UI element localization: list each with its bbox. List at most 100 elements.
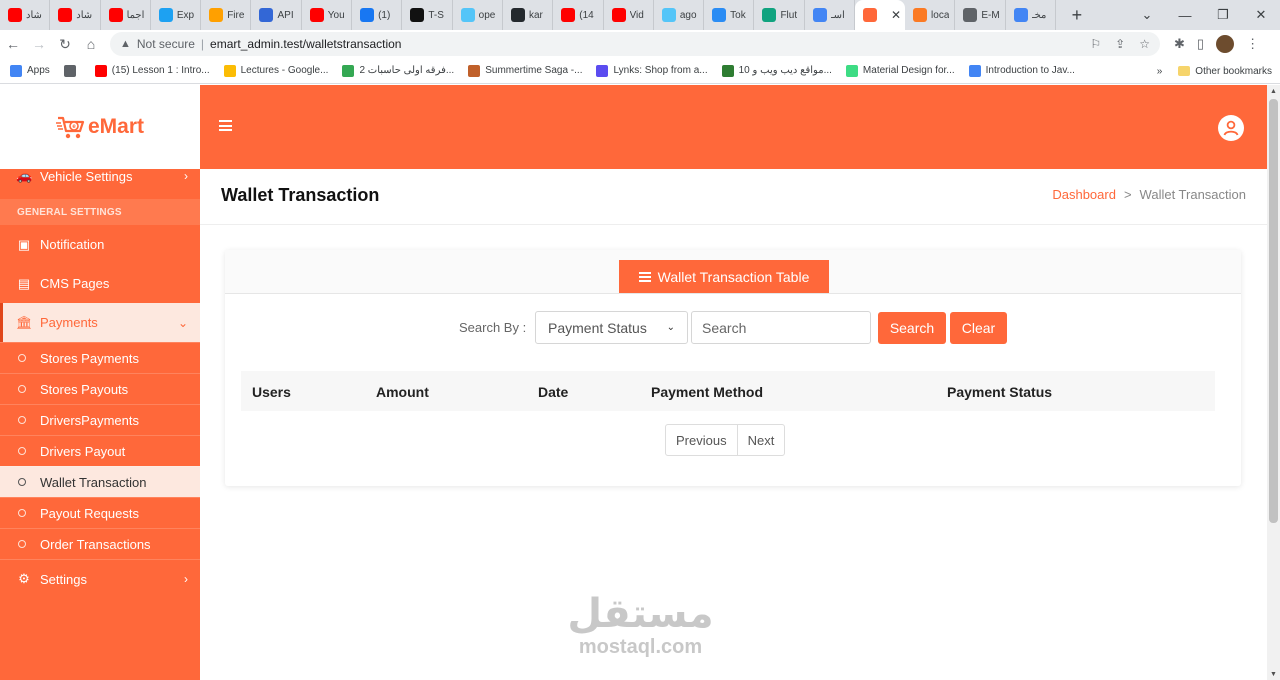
extensions-puzzle-icon[interactable]: ✱ (1174, 36, 1185, 52)
maximize-icon[interactable]: ❐ (1204, 7, 1242, 23)
user-avatar-icon[interactable] (1218, 115, 1244, 141)
browser-tab[interactable]: kar (503, 0, 554, 30)
column-header-payment-status[interactable]: Payment Status (947, 384, 1052, 400)
column-header-amount[interactable]: Amount (376, 384, 429, 400)
bookmark-item[interactable]: فرقه اولى حاسبات 2... (342, 64, 454, 77)
browser-tab[interactable]: اسـ (805, 0, 856, 30)
browser-tab[interactable]: E-M (955, 0, 1006, 30)
browser-tab[interactable]: loca (905, 0, 956, 30)
new-tab-plus-icon[interactable]: + (1062, 5, 1092, 26)
side-panel-icon[interactable]: ▯ (1197, 36, 1204, 52)
sidebar-subitem-label: Drivers Payout (40, 443, 126, 459)
browser-tab[interactable]: ago (654, 0, 705, 30)
browser-tab-title: loca (931, 9, 950, 21)
youtube-icon (611, 8, 626, 22)
sidebar-subitem-driverspayments[interactable]: DriversPayments (0, 404, 200, 435)
flutter-icon (460, 8, 475, 22)
column-header-payment-method[interactable]: Payment Method (651, 384, 763, 400)
tab-wallet-transaction-table[interactable]: Wallet Transaction Table (619, 260, 829, 293)
bookmark-item[interactable]: Material Design for... (845, 64, 955, 77)
breadcrumb-dashboard-link[interactable]: Dashboard (1052, 187, 1116, 202)
browser-tab[interactable]: API (251, 0, 302, 30)
scroll-down-arrow-icon[interactable]: ▼ (1270, 671, 1277, 678)
clear-button[interactable]: Clear (950, 312, 1007, 344)
bookmark-item[interactable]: (15) Lesson 1 : Intro... (94, 64, 210, 77)
profile-avatar[interactable] (1216, 35, 1235, 53)
browser-tab-active[interactable]: ✕ (855, 0, 906, 30)
back-arrow-icon[interactable]: ← (0, 36, 26, 52)
browser-tab-title: مخـ (1031, 9, 1047, 21)
bookmark-label: Lynks: Shop from a... (613, 65, 708, 76)
browser-tab[interactable]: شاد (50, 0, 101, 30)
browser-tab-strip: شاد شاد اجما Exp Fire API You (1) T-S ope kar (14 Vi… (0, 0, 1280, 30)
emart-logo: e eMart (55, 114, 144, 140)
sidebar-item-label: Notification (40, 237, 105, 252)
browser-tab[interactable]: ope (453, 0, 503, 30)
sidebar-subitem-wallet-transaction[interactable]: Wallet Transaction (0, 466, 200, 497)
browser-tab[interactable]: (14 (553, 0, 604, 30)
bookmarks-more-button[interactable]: » (1157, 66, 1163, 77)
close-tab-icon[interactable]: ✕ (891, 8, 901, 22)
sidebar-subitem-order-transactions[interactable]: Order Transactions (0, 528, 200, 559)
browser-tab[interactable]: مخـ (1006, 0, 1056, 30)
share-icon[interactable]: ⇪ (1115, 37, 1125, 51)
bookmark-item[interactable]: Summertime Saga -... (468, 64, 583, 77)
reload-icon[interactable]: ↻ (52, 36, 78, 53)
browser-tab[interactable]: (1) (352, 0, 403, 30)
column-header-users[interactable]: Users (252, 384, 291, 400)
omnibox[interactable]: ▲ Not secure | emart_admin.test/walletst… (110, 32, 1160, 56)
bookmark-item[interactable]: Apps (10, 64, 50, 77)
url-text[interactable]: emart_admin.test/walletstransaction (210, 37, 401, 51)
page-header: Wallet Transaction Dashboard > Wallet Tr… (200, 169, 1267, 225)
browser-tab[interactable]: Flut (754, 0, 805, 30)
sidebar-subitem-stores-payments[interactable]: Stores Payments (0, 342, 200, 373)
browser-menu-icon[interactable]: ⋮ (1246, 36, 1259, 52)
browser-tab[interactable]: Exp (151, 0, 202, 30)
browser-tab[interactable]: شاد (0, 0, 51, 30)
sidebar-subitem-stores-payouts[interactable]: Stores Payouts (0, 373, 200, 404)
search-button[interactable]: Search (878, 312, 946, 344)
browser-tab[interactable]: Tok (704, 0, 755, 30)
browser-tab[interactable]: T-S (402, 0, 453, 30)
page-scrollbar[interactable]: ▲ ▼ (1267, 85, 1280, 680)
bookmark-label: Summertime Saga -... (485, 65, 583, 76)
tab-search-chevron-icon[interactable]: ⌄ (1128, 7, 1166, 23)
previous-page-button[interactable]: Previous (666, 425, 737, 455)
sidebar-subitem-payout-requests[interactable]: Payout Requests (0, 497, 200, 528)
watermark-arabic: مستقل (567, 591, 714, 637)
sidebar-item-vehicle-settings[interactable]: 🚗 Vehicle Settings › (0, 163, 200, 189)
sidebar-item-notification[interactable]: ▣ Notification (0, 225, 200, 264)
scroll-up-arrow-icon[interactable]: ▲ (1270, 88, 1277, 95)
bookmark-item[interactable]: Lynks: Shop from a... (596, 64, 708, 77)
search-field-select[interactable]: Payment Status ⌄ (535, 311, 688, 344)
sidebar-subitem-drivers-payout[interactable]: Drivers Payout (0, 435, 200, 466)
browser-tab-title: You (327, 9, 345, 21)
sidebar-item-cms-pages[interactable]: ▤ CMS Pages (0, 264, 200, 303)
hamburger-menu-icon[interactable] (219, 120, 232, 131)
youtube-icon (561, 8, 576, 22)
bookmark-star-icon[interactable]: ☆ (1139, 37, 1150, 51)
bookmark-item[interactable]: Lectures - Google... (223, 64, 328, 77)
other-bookmarks-folder[interactable]: Other bookmarks (1178, 66, 1272, 77)
search-input[interactable] (691, 311, 871, 344)
next-page-button[interactable]: Next (736, 425, 785, 455)
sidebar-item-payments[interactable]: 🏛 Payments ⌄ (0, 303, 200, 342)
bookmark-item[interactable] (63, 64, 81, 77)
home-icon[interactable]: ⌂ (78, 36, 104, 52)
sidebar-item-settings[interactable]: ⚙ Settings › (0, 559, 200, 598)
translate-icon[interactable]: ⚐ (1090, 37, 1101, 51)
browser-tab-title: (1) (378, 9, 391, 21)
browser-tab[interactable]: Fire (201, 0, 252, 30)
scroll-thumb[interactable] (1269, 99, 1278, 523)
globe-icon (963, 8, 978, 22)
browser-tab[interactable]: Vid (604, 0, 654, 30)
browser-tab[interactable]: You (302, 0, 353, 30)
forward-arrow-icon[interactable]: → (26, 36, 52, 52)
minimize-icon[interactable]: — (1166, 8, 1204, 23)
bookmark-item[interactable]: 10 مواقع ديب ويب و... (721, 64, 832, 77)
browser-tab[interactable]: اجما (101, 0, 151, 30)
logo-area[interactable]: e eMart (0, 85, 200, 169)
close-window-icon[interactable]: ✕ (1242, 7, 1280, 23)
bookmark-item[interactable]: Introduction to Jav... (968, 64, 1075, 77)
column-header-date[interactable]: Date (538, 384, 568, 400)
